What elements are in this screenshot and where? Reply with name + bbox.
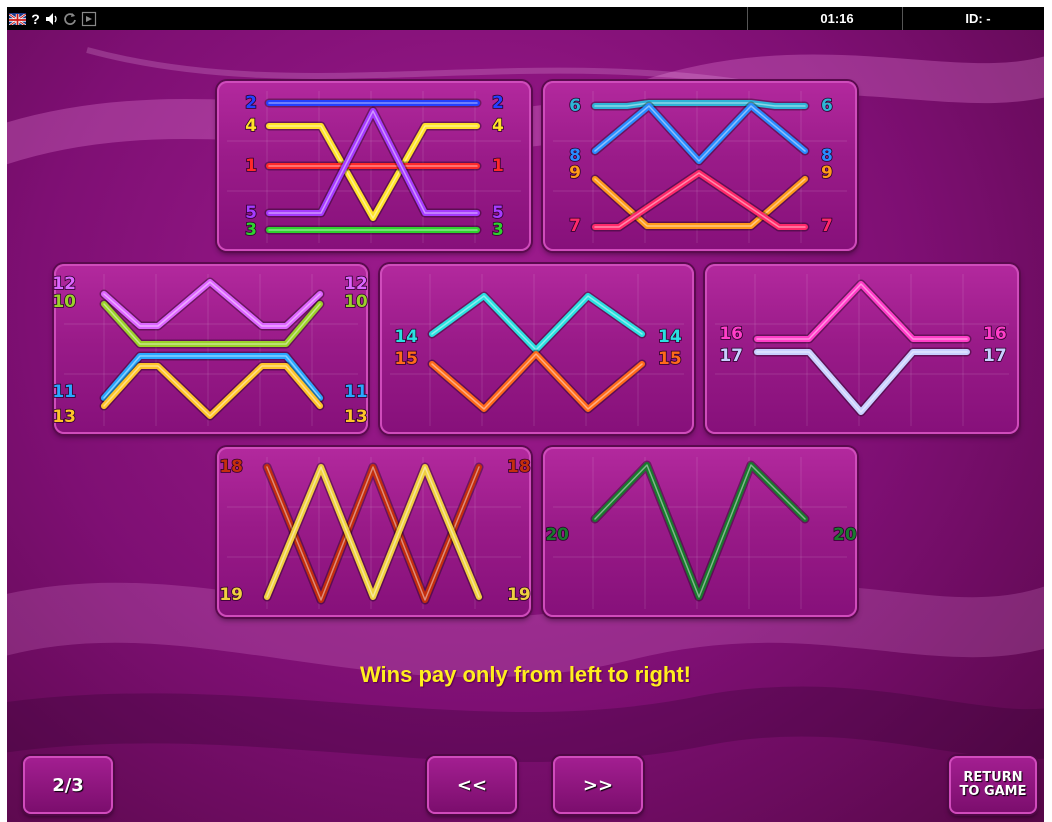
payline-17-shadow — [752, 347, 972, 417]
payline-4 — [266, 123, 480, 221]
status-divider — [747, 7, 748, 30]
return-label-line2: TO GAME — [959, 784, 1027, 799]
payline-number-13: 13 — [344, 407, 368, 427]
clock: 01:16 — [820, 11, 854, 26]
page-indicator: 2/3 — [23, 756, 113, 814]
payline-number-1: 1 — [492, 156, 504, 176]
reel-grid — [553, 91, 847, 243]
payline-number-13: 13 — [54, 407, 76, 427]
payline-8-shadow — [590, 101, 810, 166]
wins-note: Wins pay only from left to right! — [359, 662, 692, 687]
payline-17-highlight — [756, 351, 968, 413]
payline-number-12: 12 — [54, 274, 76, 294]
payline-number-12: 12 — [344, 274, 368, 294]
payline-number-18: 18 — [507, 457, 531, 477]
payline-4-highlight — [268, 125, 478, 219]
payline-number-1: 1 — [245, 156, 257, 176]
payline-number-18: 18 — [219, 457, 243, 477]
payline-panel: 16 16 17 17 — [705, 264, 1019, 434]
payline-16 — [754, 281, 970, 342]
session-id: ID: - — [965, 11, 991, 26]
payline-number-4: 4 — [245, 116, 257, 136]
payline-8 — [592, 103, 808, 164]
payline-4-shadow — [264, 121, 482, 223]
payline-number-16: 16 — [719, 324, 743, 344]
payline-15-shadow — [427, 349, 647, 414]
payline-number-14: 14 — [658, 327, 682, 347]
return-label-line1: RETURN — [963, 770, 1023, 785]
payline-number-11: 11 — [54, 382, 76, 402]
payline-20 — [592, 462, 808, 600]
payline-number-3: 3 — [245, 220, 257, 240]
payline-number-3: 3 — [492, 220, 504, 240]
payline-panel: 14 14 15 15 — [380, 264, 694, 434]
payline-number-4: 4 — [492, 116, 504, 136]
payline-14 — [429, 293, 645, 353]
payline-number-11: 11 — [344, 382, 368, 402]
payline-panel: 2244115533 — [217, 81, 531, 251]
payline-number-16: 16 — [983, 324, 1007, 344]
payline-number-9: 9 — [821, 163, 833, 183]
payline-number-15: 15 — [394, 349, 418, 369]
help-icon[interactable]: ? — [30, 9, 41, 28]
status-bar: ? 01:16 ID: - — [7, 7, 1044, 30]
payline-number-10: 10 — [344, 292, 368, 312]
payline-17 — [754, 349, 970, 415]
payline-number-7: 7 — [569, 216, 581, 236]
payline-14-highlight — [431, 295, 643, 351]
payline-number-20: 20 — [545, 525, 569, 545]
speaker-icon[interactable] — [45, 9, 59, 28]
paytable-screen: 2244115533 66889977 12 12 10 10 11 11 13 13 14 1… — [7, 30, 1044, 822]
payline-number-19: 19 — [507, 585, 531, 605]
payline-number-10: 10 — [54, 292, 76, 312]
payline-panel: 20 20 — [543, 447, 857, 617]
payline-8-highlight — [594, 105, 806, 162]
payline-panel: 12 12 10 10 11 11 13 13 — [54, 264, 368, 434]
payline-number-20: 20 — [833, 525, 857, 545]
payline-number-17: 17 — [719, 346, 743, 366]
uk-flag-icon[interactable] — [9, 9, 26, 28]
payline-18-shadow — [262, 462, 484, 605]
reload-icon[interactable] — [63, 9, 77, 28]
payline-number-6: 6 — [821, 96, 833, 116]
payline-19-shadow — [262, 462, 484, 602]
next-page-button[interactable]: >> — [553, 756, 643, 814]
payline-number-9: 9 — [569, 163, 581, 183]
payline-number-17: 17 — [983, 346, 1007, 366]
return-to-game-button[interactable]: RETURN TO GAME — [949, 756, 1037, 814]
payline-panel: 18 18 19 19 — [217, 447, 531, 617]
previous-page-button[interactable]: << — [427, 756, 517, 814]
payline-number-2: 2 — [245, 93, 257, 113]
payline-number-7: 7 — [821, 216, 833, 236]
payline-15 — [429, 351, 645, 412]
payline-16-shadow — [752, 279, 972, 344]
payline-number-15: 15 — [658, 349, 682, 369]
payline-number-14: 14 — [394, 327, 418, 347]
payline-16-highlight — [756, 283, 968, 340]
payline-number-2: 2 — [492, 93, 504, 113]
payline-number-6: 6 — [569, 96, 581, 116]
payline-14-shadow — [427, 291, 647, 355]
payline-number-19: 19 — [219, 585, 243, 605]
payline-15-highlight — [431, 353, 643, 410]
payline-panel: 66889977 — [543, 81, 857, 251]
window-icon[interactable] — [81, 9, 97, 28]
status-divider — [902, 7, 903, 30]
